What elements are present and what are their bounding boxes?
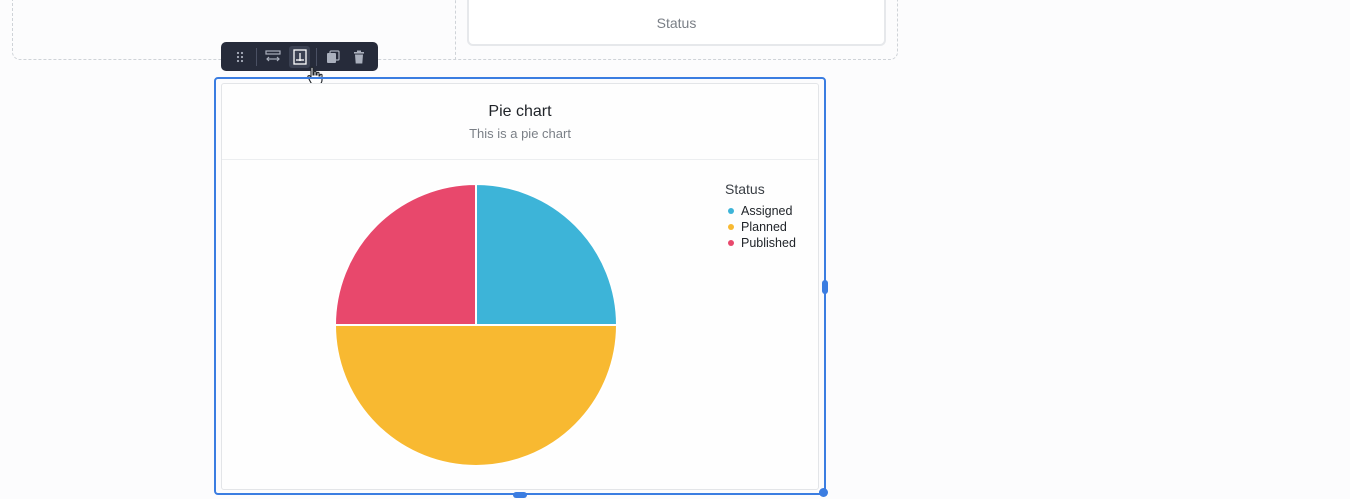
fit-width-button[interactable] [263, 46, 283, 68]
card-toolbar [221, 42, 378, 71]
legend-item-published[interactable]: Published [725, 235, 796, 251]
dropzone-divider [455, 0, 456, 60]
pie-slice-assigned[interactable] [475, 182, 619, 326]
legend-label: Planned [741, 220, 787, 234]
legend-dot [728, 240, 734, 246]
duplicate-button[interactable] [322, 46, 342, 68]
drag-handle-button[interactable] [230, 46, 250, 68]
status-card[interactable]: Status [467, 0, 886, 46]
resize-handle-bottom[interactable] [513, 492, 527, 498]
duplicate-icon [326, 49, 340, 63]
legend-item-planned[interactable]: Planned [725, 219, 796, 235]
delete-button[interactable] [349, 46, 369, 68]
pie-slice-published[interactable] [333, 182, 477, 326]
pie-chart [333, 182, 619, 467]
legend-label: Published [741, 236, 796, 250]
legend-title: Status [725, 181, 765, 197]
fit-height-button[interactable] [289, 45, 310, 68]
toolbar-separator [315, 47, 317, 66]
fit-height-icon [292, 48, 307, 65]
pie-chart-card[interactable]: Pie chart This is a pie chart Status Ass… [221, 83, 819, 490]
legend-dot [728, 224, 734, 230]
drag-handle-icon [237, 51, 244, 62]
legend-item-assigned[interactable]: Assigned [725, 203, 796, 219]
resize-handle-right[interactable] [822, 280, 828, 294]
status-card-label: Status [656, 15, 697, 31]
fit-width-icon [265, 49, 281, 61]
pie-slice-planned[interactable] [333, 324, 619, 467]
legend-label: Assigned [741, 204, 793, 218]
legend-dot [728, 208, 734, 214]
resize-handle-corner[interactable] [819, 488, 828, 497]
toolbar-separator [256, 47, 258, 66]
chart-legend: Status Assigned Planned Published [725, 181, 796, 251]
trash-icon [353, 50, 364, 63]
